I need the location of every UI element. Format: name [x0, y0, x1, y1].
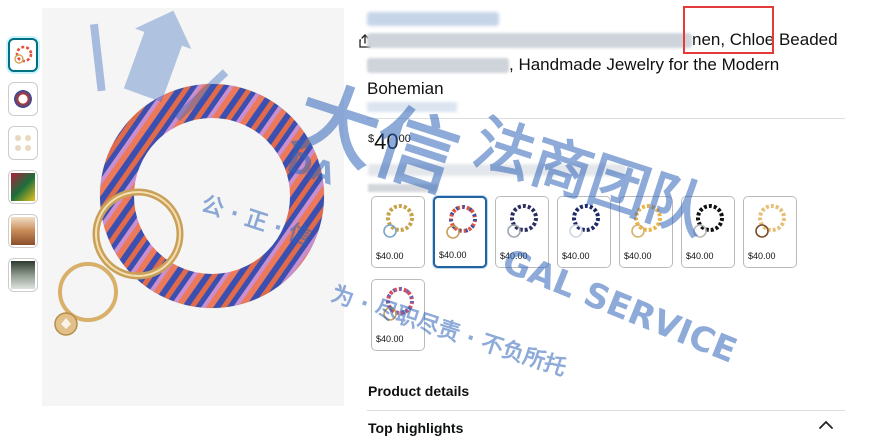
thumbnail-6[interactable]	[8, 258, 38, 292]
thumbnail-strip	[8, 38, 40, 302]
price-fraction: 00	[398, 133, 411, 145]
color-label	[368, 182, 438, 192]
swatch-price-1: $40.00	[376, 251, 404, 261]
swatch-7[interactable]: $40.00	[743, 196, 797, 268]
annotation-highlight-box	[683, 6, 774, 54]
thumbnail-5[interactable]	[8, 214, 38, 248]
promo-text-redacted	[368, 164, 626, 176]
features-thumb-icon	[15, 135, 31, 151]
swatch-image-4	[569, 204, 600, 238]
ratings-link[interactable]	[367, 102, 457, 112]
product-details-heading[interactable]: Product details	[368, 383, 469, 399]
chevron-up-icon[interactable]	[818, 420, 834, 430]
swatch-image-6	[693, 204, 724, 238]
title-redacted-2	[367, 57, 509, 73]
title-line-1: nen, Chloe Beaded	[367, 28, 847, 53]
swatch-image-3	[507, 204, 538, 238]
price-whole: 40	[374, 129, 399, 154]
swatch-1[interactable]: $40.00	[371, 196, 425, 268]
swatch-price-5: $40.00	[624, 251, 652, 261]
swatch-8[interactable]: $40.00	[371, 279, 425, 351]
title-visible-2: , Handmade Jewelry for the Modern	[509, 54, 780, 74]
top-highlights-heading[interactable]: Top highlights	[368, 420, 463, 436]
swatch-4[interactable]: $40.00	[557, 196, 611, 268]
title-line-3: Bohemian	[367, 79, 444, 98]
color-value-redacted	[368, 183, 438, 192]
thumbnail-3[interactable]	[8, 126, 38, 160]
price: $ 40 00	[368, 130, 411, 154]
watermark-motto-2: 为 · 尽职尽责 · 不负所托	[328, 281, 569, 382]
swatch-image-2	[446, 205, 477, 239]
swatch-5[interactable]: $40.00	[619, 196, 673, 268]
swatch-6[interactable]: $40.00	[681, 196, 735, 268]
divider-top	[367, 118, 845, 119]
product-title: nen, Chloe Beaded , Handmade Jewelry for…	[367, 28, 847, 102]
title-line-2: , Handmade Jewelry for the Modern	[367, 53, 847, 78]
bracelet-thumb-icon	[14, 45, 33, 64]
swatch-price-6: $40.00	[686, 251, 714, 261]
swatch-3[interactable]: $40.00	[495, 196, 549, 268]
swatch-price-2: $40.00	[439, 250, 467, 260]
swatch-price-8: $40.00	[376, 334, 404, 344]
title-redacted-1	[367, 33, 692, 49]
swatch-price-3: $40.00	[500, 251, 528, 261]
thumbnail-2[interactable]	[8, 82, 38, 116]
brand-link[interactable]	[367, 12, 499, 26]
swatch-2[interactable]: $40.00	[433, 196, 487, 268]
main-product-image[interactable]	[42, 8, 378, 406]
swatch-image-1	[383, 204, 414, 238]
swatch-price-7: $40.00	[748, 251, 776, 261]
swatch-image-5	[631, 204, 662, 238]
swatch-price-4: $40.00	[562, 251, 590, 261]
thumbnail-1[interactable]	[8, 38, 38, 72]
thumbnail-4[interactable]	[8, 170, 38, 204]
divider-details	[367, 410, 845, 411]
beaded-keyring-image	[54, 83, 325, 336]
swatch-image-7	[755, 204, 786, 238]
swatch-image-8	[383, 287, 414, 321]
